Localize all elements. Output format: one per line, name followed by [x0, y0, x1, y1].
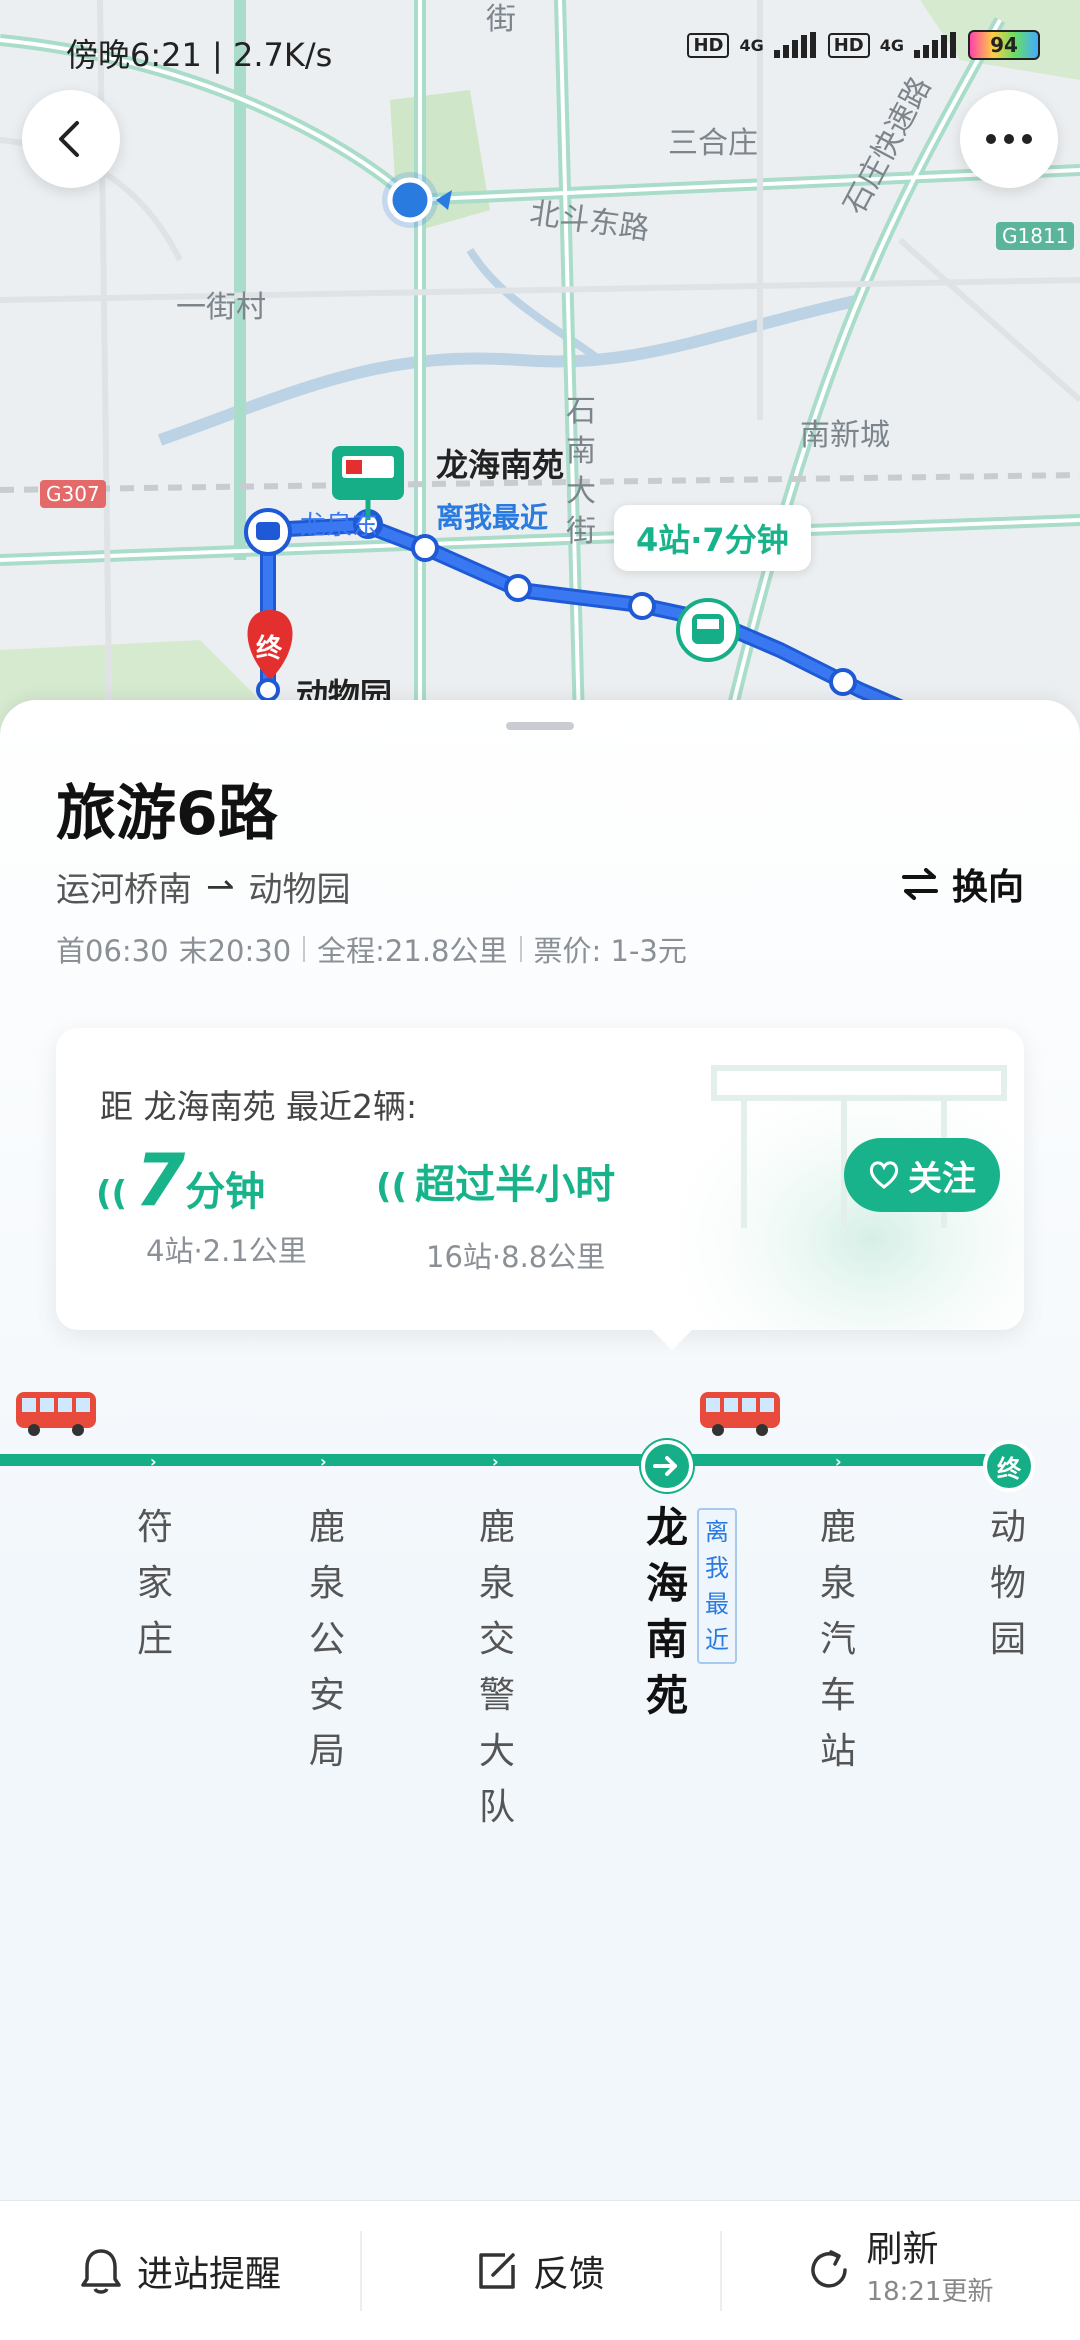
bus-icon[interactable]	[698, 1388, 782, 1438]
eta-text: 超过半小时	[415, 1162, 616, 1208]
refresh-button[interactable]: 刷新 18:21更新	[720, 2201, 1080, 2340]
divider	[519, 936, 522, 962]
feedback-label: 反馈	[532, 2253, 605, 2295]
line-detail-sheet: 旅游6路 运河桥南 ⇀ 动物园 换向 首06:30 末20:30 全程:21.8…	[0, 700, 1080, 2200]
current-station-node	[641, 1440, 693, 1492]
map-label: 三合庄	[668, 126, 758, 161]
arrow-right-icon: ⇀	[206, 866, 235, 907]
line-title: 旅游6路	[56, 779, 278, 849]
signal-icon	[773, 32, 818, 58]
map-stop-name[interactable]: 龙海南苑	[436, 440, 564, 486]
arrival-bus-2: (( 超过半小时 16站·8.8公里	[376, 1138, 615, 1276]
map-eta-bubble[interactable]: 4站·7分钟	[614, 505, 811, 571]
battery-icon: 94	[968, 30, 1040, 60]
route-to: 动物园	[248, 870, 351, 910]
arrival-heading: 距 龙海南苑 最近2辆:	[100, 1087, 418, 1126]
arrival-bus-1: (( 7 分钟 4站·2.1公里	[96, 1138, 307, 1270]
map-label: 一街村	[176, 290, 266, 325]
drag-handle[interactable]	[506, 722, 574, 730]
fare: 票价: 1-3元	[533, 934, 687, 968]
chevron-right-icon: ›	[320, 1452, 327, 1471]
map-view[interactable]: 街 三合庄 北斗东路 一街村 南新城 石南大街 龙泉东 石庄快速路 G307 G…	[0, 0, 1080, 760]
terminal-badge: 终	[256, 634, 283, 664]
eta-minutes: 7	[135, 1138, 186, 1222]
station-item[interactable]: 鹿泉交警大队	[472, 1500, 522, 1836]
chevron-right-icon: ›	[492, 1452, 499, 1471]
map-nearest-label: 离我最近	[436, 501, 549, 534]
arrival-reminder-button[interactable]: 进站提醒	[0, 2201, 360, 2340]
network-label: 4G	[739, 35, 764, 55]
card-pointer	[650, 1328, 694, 1350]
status-time: 傍晚6:21 | 2.7K/s	[66, 36, 333, 74]
bus-icon[interactable]	[14, 1388, 98, 1438]
chevron-left-icon	[59, 121, 79, 157]
divider	[303, 936, 306, 962]
more-button[interactable]	[960, 90, 1058, 188]
status-icons: HD 4G HD 4G 94	[687, 30, 1040, 60]
first-bus-time: 首06:30	[56, 934, 169, 968]
map-label: 龙泉东	[300, 511, 379, 541]
road-badge-g1811: G1811	[996, 222, 1075, 250]
arrival-card[interactable]: 距 龙海南苑 最近2辆: (( 7 分钟 4站·2.1公里 (( 超过半小时 1…	[56, 1028, 1024, 1330]
reverse-direction-button[interactable]: 换向	[900, 858, 1024, 910]
chevron-right-icon: ›	[150, 1452, 157, 1471]
route-direction: 运河桥南 ⇀ 动物园	[56, 862, 351, 911]
edit-icon	[479, 2252, 515, 2289]
route-from: 运河桥南	[56, 870, 192, 910]
bottom-toolbar: 进站提醒 反馈 刷新 18:21更新	[0, 2200, 1080, 2340]
realtime-signal-icon: ((	[376, 1167, 408, 1207]
realtime-signal-icon: ((	[96, 1174, 128, 1214]
station-item[interactable]: 符家庄	[130, 1500, 180, 1668]
status-bar: 傍晚6:21 | 2.7K/s HD 4G HD 4G 94	[0, 0, 1080, 100]
station-item[interactable]: 动物园	[983, 1500, 1033, 1668]
bell-icon	[81, 2248, 121, 2294]
reverse-label: 换向	[951, 867, 1024, 908]
station-item[interactable]: 鹿泉汽车站	[813, 1500, 863, 1780]
network-label: 4G	[879, 35, 904, 55]
map-label: 南新城	[800, 418, 890, 453]
total-distance: 全程:21.8公里	[317, 934, 508, 968]
eta-detail: 4站·2.1公里	[146, 1234, 307, 1268]
refresh-label: 刷新	[866, 2228, 939, 2270]
reminder-label: 进站提醒	[136, 2253, 281, 2295]
terminal-station-node: 终	[983, 1440, 1035, 1492]
swap-icon	[901, 868, 938, 900]
eta-unit: 分钟	[185, 1169, 266, 1215]
more-dots-icon	[986, 134, 1032, 144]
chevron-right-icon: ›	[835, 1452, 842, 1471]
station-item-current[interactable]: 龙海南苑	[642, 1500, 692, 1724]
road-badge-g307: G307	[40, 480, 106, 508]
hd-badge: HD	[687, 32, 730, 58]
follow-label: 关注	[908, 1158, 976, 1199]
heart-icon	[869, 1161, 899, 1189]
feedback-button[interactable]: 反馈	[360, 2201, 720, 2340]
map-label: 石南大街	[566, 394, 596, 549]
signal-icon	[914, 32, 958, 58]
eta-detail: 16站·8.8公里	[426, 1240, 606, 1274]
last-bus-time: 末20:30	[178, 934, 292, 968]
last-updated: 18:21更新	[866, 2276, 994, 2307]
nearest-tag: 离我最近	[697, 1508, 737, 1664]
back-button[interactable]	[22, 90, 120, 188]
arrow-right-icon	[653, 1456, 677, 1476]
station-item[interactable]: 鹿泉公安局	[302, 1500, 352, 1780]
refresh-icon	[810, 2249, 847, 2288]
line-info: 首06:30 末20:30 全程:21.8公里 票价: 1-3元	[56, 928, 687, 970]
hd-badge: HD	[827, 32, 870, 58]
follow-button[interactable]: 关注	[844, 1138, 1000, 1212]
